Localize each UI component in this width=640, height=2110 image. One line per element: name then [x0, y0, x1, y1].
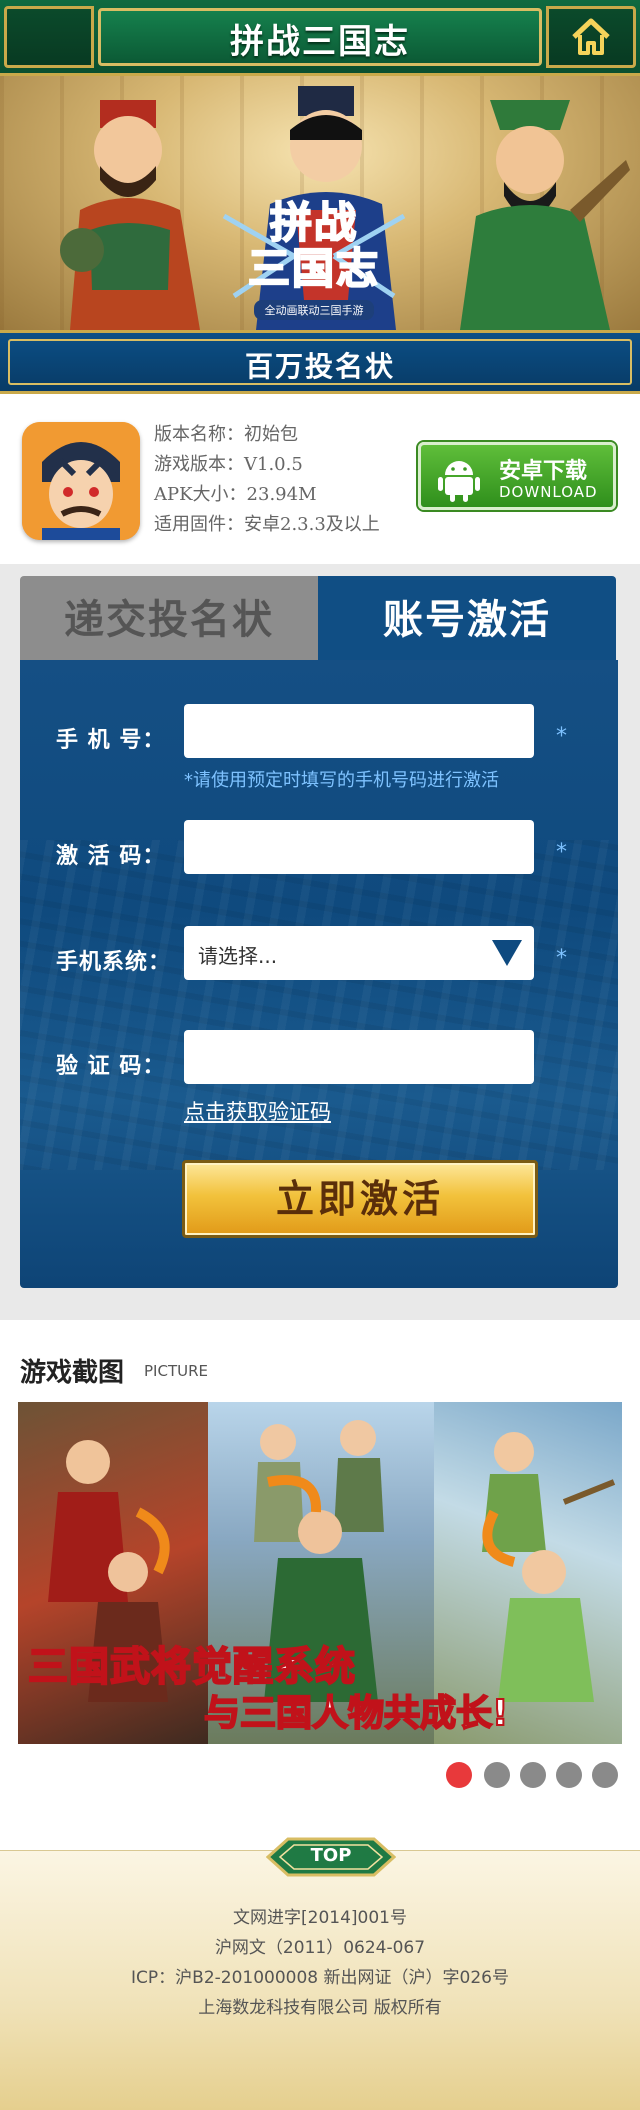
chevron-down-icon — [492, 940, 522, 966]
phone-hint: *请使用预定时填写的手机号码进行激活 — [184, 770, 499, 791]
os-label: 手机系统： — [56, 950, 172, 975]
app-icon — [22, 422, 140, 540]
os-select-value: 请选择... — [198, 944, 278, 968]
phone-input[interactable] — [184, 704, 534, 758]
activation-code-label: 激 活 码： — [56, 844, 166, 869]
activate-button[interactable]: 立即激活 — [182, 1160, 538, 1238]
back-to-top-label: TOP — [310, 1845, 352, 1866]
android-icon — [438, 461, 480, 502]
page-title: 拼战三国志 — [230, 22, 410, 62]
home-icon — [572, 18, 610, 55]
captcha-label: 验 证 码： — [56, 1054, 166, 1079]
carousel-dot-2[interactable] — [484, 1762, 510, 1788]
tab-submit-pledge[interactable]: 递交投名状 — [20, 576, 318, 664]
hero-banner: 拼战 三国志 全动画联动三国手游 — [0, 76, 640, 330]
screenshot-caption-2: 与三国人物共成长! — [203, 1692, 509, 1735]
top-header: 拼战三国志 — [0, 0, 640, 76]
screenshots-heading-en: PICTURE — [144, 1362, 208, 1380]
app-info-section: 版本名称：初始包 游戏版本：V1.0.5 APK大小：23.94M 适用固件：安… — [0, 394, 640, 564]
hero-character-right — [460, 100, 630, 330]
logo-text: 拼战 三国志 — [247, 198, 380, 293]
logo-subtitle: 全动画联动三国手游 — [254, 300, 374, 320]
os-required-mark: * — [556, 946, 567, 971]
code-required-mark: * — [556, 840, 567, 865]
screenshot-carousel[interactable]: 三国武将觉醒系统 与三国人物共成长! — [18, 1402, 622, 1744]
carousel-dot-4[interactable] — [556, 1762, 582, 1788]
footer-copyright: 上海数龙科技有限公司 版权所有 — [198, 1998, 442, 2018]
footer-icp: ICP：沪B2-201000008 新出网证（沪）字026号 — [131, 1968, 509, 1988]
app-meta: 版本名称：初始包 游戏版本：V1.0.5 APK大小：23.94M 适用固件：安… — [154, 420, 380, 540]
version-name: 版本名称：初始包 — [154, 424, 298, 445]
activation-form: 手 机 号： * *请使用预定时填写的手机号码进行激活 激 活 码： * 手机系… — [20, 660, 618, 1288]
captcha-input[interactable] — [184, 1030, 534, 1084]
phone-label: 手 机 号： — [56, 728, 166, 753]
download-label-cn: 安卓下载 — [499, 459, 588, 484]
download-label-en: DOWNLOAD — [499, 483, 598, 501]
footer: TOP 文网进字[2014]001号 沪网文（2011）0624-067 ICP… — [0, 1837, 640, 2110]
app-icon-portrait — [22, 422, 140, 540]
carousel-dot-1[interactable] — [446, 1762, 472, 1788]
warrior-figure-1 — [48, 1440, 170, 1702]
activation-code-input[interactable] — [184, 820, 534, 874]
firmware: 适用固件：安卓2.3.3及以上 — [154, 514, 380, 535]
game-version: 游戏版本：V1.0.5 — [154, 454, 303, 475]
get-captcha-link[interactable]: 点击获取验证码 — [184, 1096, 331, 1126]
back-to-top-button[interactable]: TOP — [266, 1837, 396, 1877]
carousel-dots — [446, 1762, 626, 1790]
activate-button-wrap: 立即激活 — [182, 1160, 538, 1238]
tab-account-activation[interactable]: 账号激活 — [318, 576, 616, 664]
footer-license-2: 沪网文（2011）0624-067 — [214, 1938, 426, 1958]
apk-size: APK大小：23.94M — [154, 484, 317, 505]
footer-license-1: 文网进字[2014]001号 — [233, 1908, 407, 1928]
screenshots-section: 游戏截图 PICTURE 三国武将觉醒系统 与三国人物共成长! — [0, 1320, 640, 1850]
game-logo: 拼战 三国志 全动画联动三国手游 — [214, 196, 414, 322]
screenshot-panel-1 — [18, 1402, 208, 1744]
home-button[interactable] — [564, 10, 618, 64]
section-ribbon: 百万投名状 — [0, 330, 640, 394]
tab-bar: 递交投名状 账号激活 — [20, 576, 618, 664]
os-select[interactable]: 请选择... — [184, 926, 534, 980]
activation-section: 递交投名状 账号激活 手 机 号： * *请使用预定时填写的手机号码进行激活 激… — [0, 564, 640, 1320]
android-download-button[interactable]: 安卓下载 DOWNLOAD — [418, 442, 616, 510]
screenshots-heading: 游戏截图 — [20, 1358, 125, 1388]
carousel-dot-5[interactable] — [592, 1762, 618, 1788]
phone-required-mark: * — [556, 724, 567, 749]
ribbon-label: 百万投名状 — [244, 350, 395, 383]
hero-character-left — [60, 100, 200, 330]
carousel-dot-3[interactable] — [520, 1762, 546, 1788]
footer-lines: 文网进字[2014]001号 沪网文（2011）0624-067 ICP：沪B2… — [0, 1903, 640, 2023]
